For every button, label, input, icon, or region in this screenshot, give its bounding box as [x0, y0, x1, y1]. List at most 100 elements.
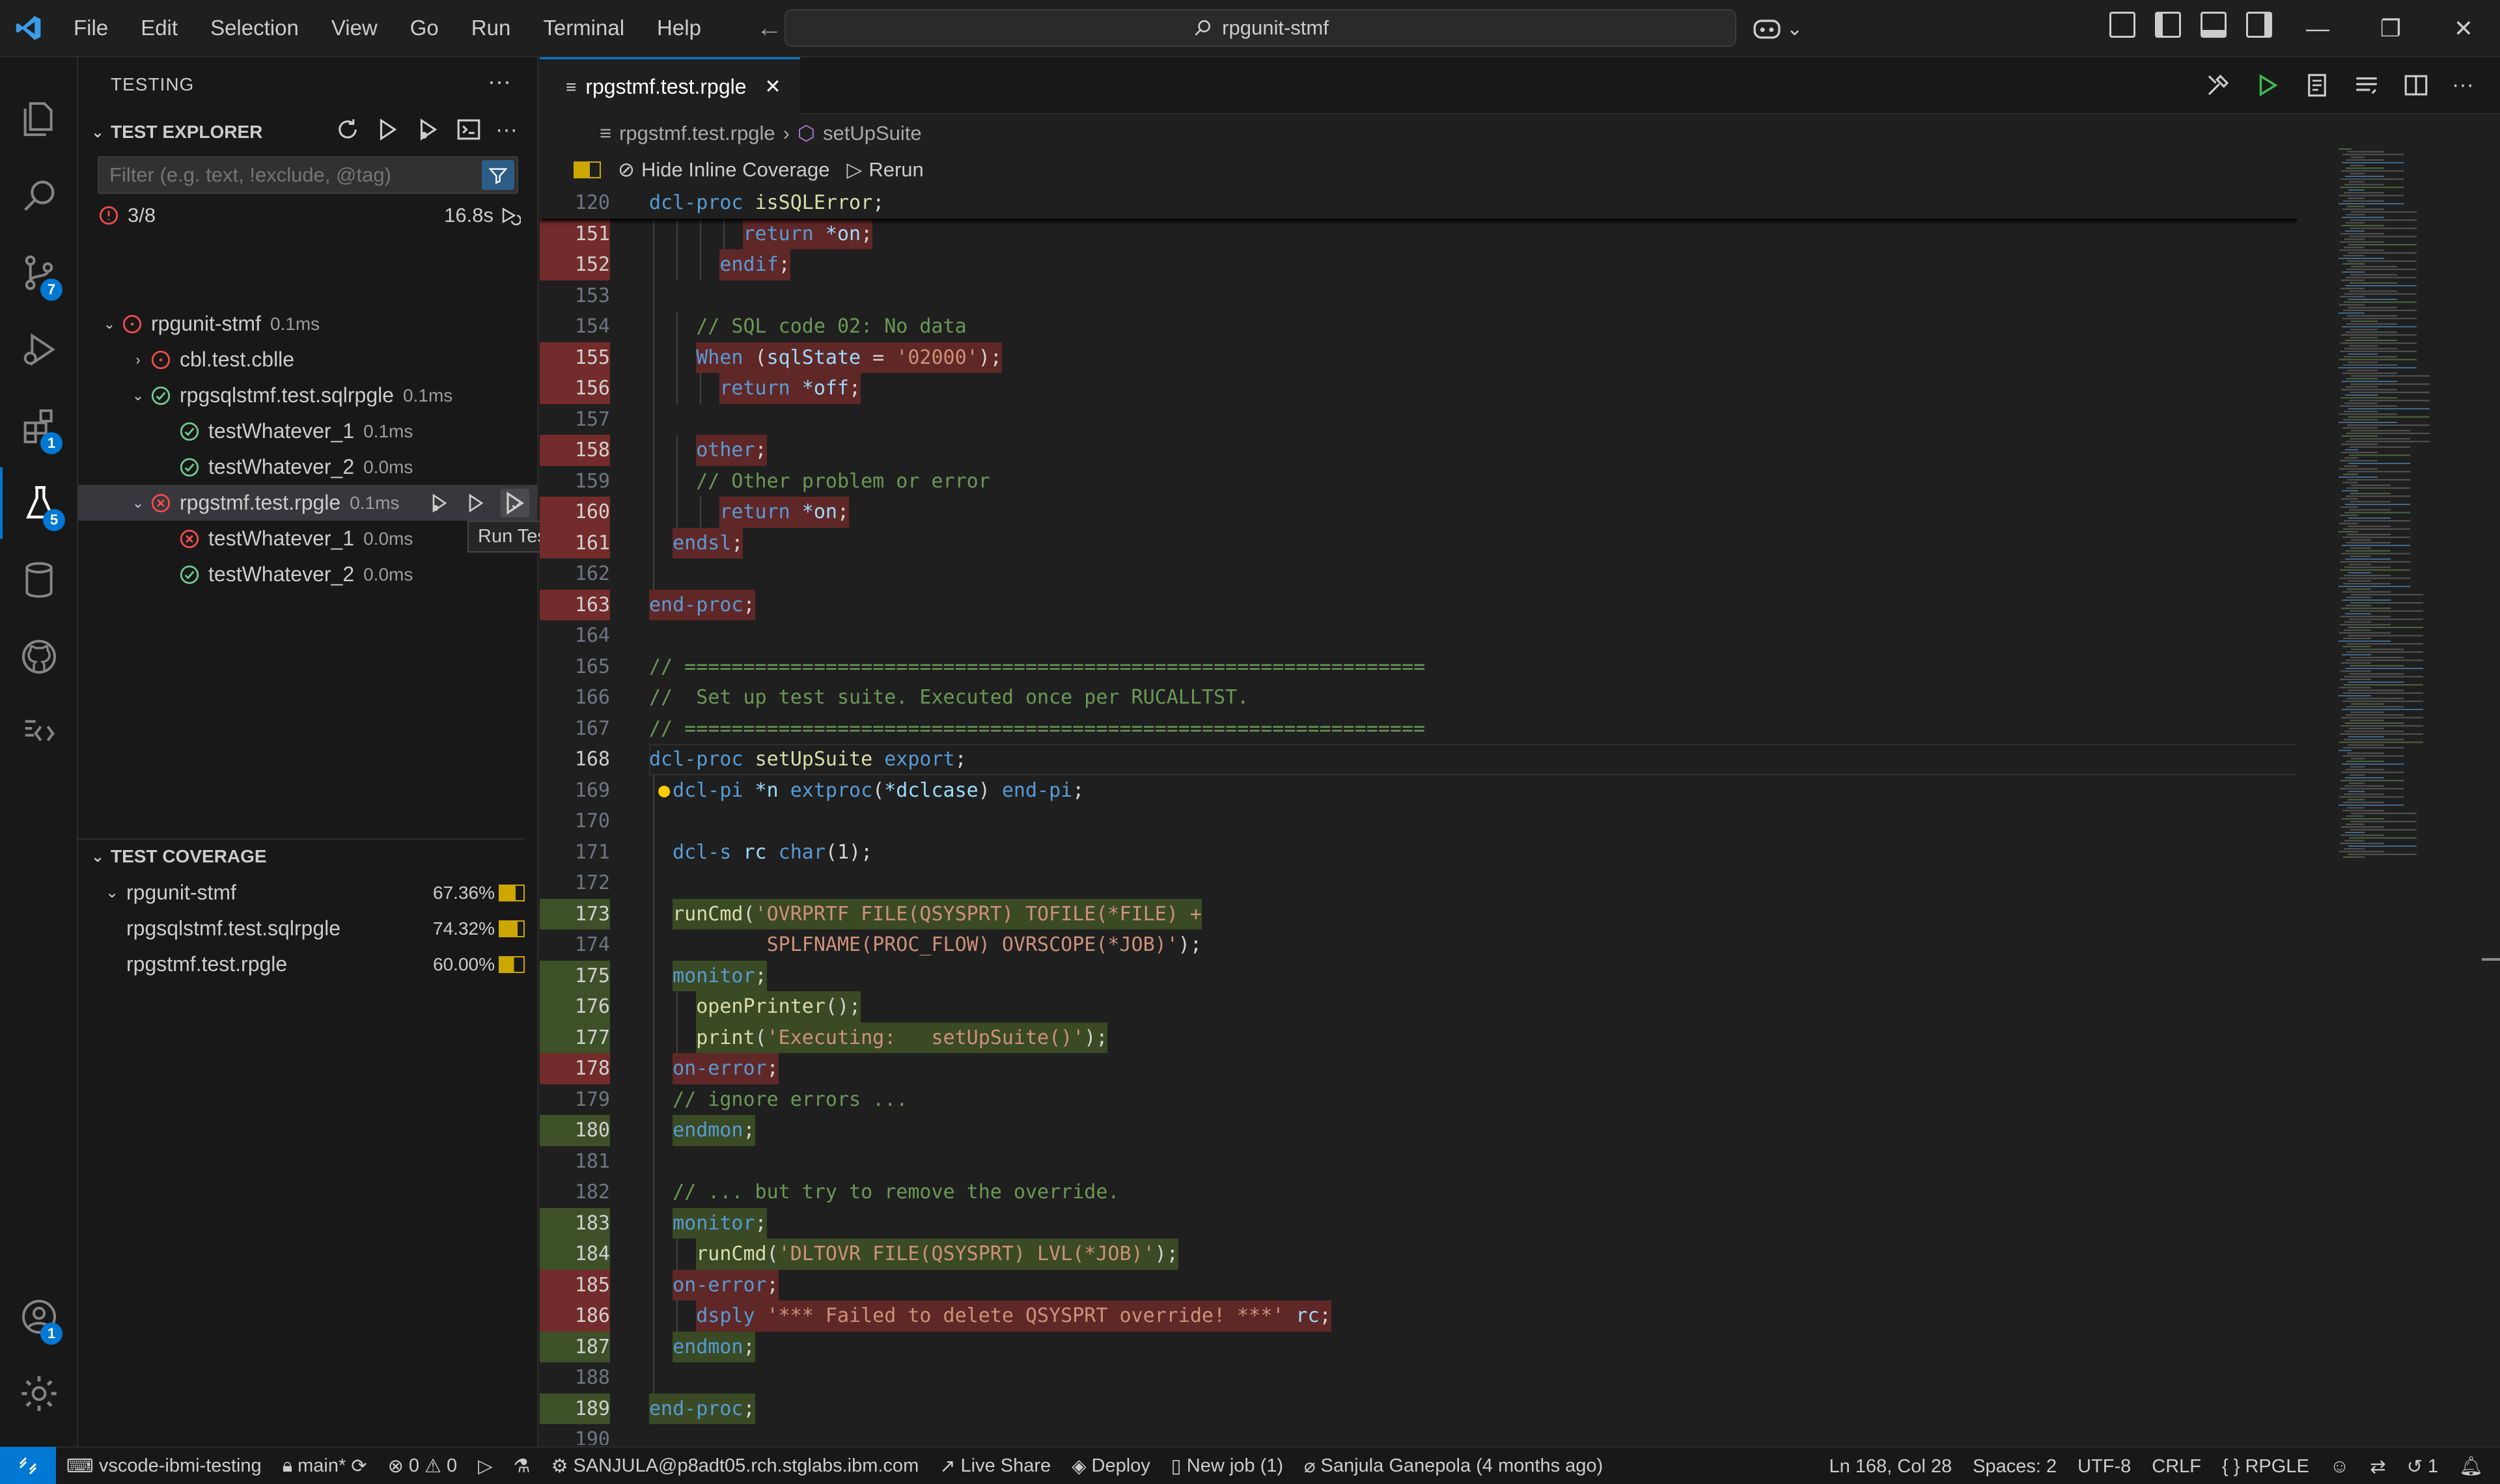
test-explorer-header[interactable]: ⌄ TEST EXPLORER: [85, 115, 262, 150]
code-line[interactable]: 156 return *off;: [540, 373, 2298, 404]
test-tree-item[interactable]: › cbl.test.cblle: [78, 342, 537, 378]
notifications-bell-icon[interactable]: 🔔︎: [2449, 1448, 2493, 1484]
breadcrumb-file[interactable]: rpgstmf.test.rpgle: [619, 122, 775, 145]
code-line[interactable]: 175 monitor;: [540, 960, 2298, 991]
menu-go[interactable]: Go: [394, 0, 455, 57]
extensions-icon[interactable]: 1: [0, 391, 78, 462]
code-line[interactable]: 160 return *on;: [540, 497, 2298, 528]
toggle-panel-icon[interactable]: [2201, 12, 2227, 38]
editor-scrollbar[interactable]: [2482, 148, 2500, 1444]
code-line[interactable]: 163 end-proc;: [540, 589, 2298, 620]
branch-status[interactable]: 🔒︎ main* ⟳: [272, 1447, 378, 1484]
minimap[interactable]: [2337, 148, 2435, 864]
code-line[interactable]: 169 dcl-pi *n extproc(*dclcase) end-pi; ●: [540, 775, 2298, 806]
code-line[interactable]: 152 endif;: [540, 249, 2298, 281]
test-explorer-more-icon[interactable]: ···: [495, 117, 518, 143]
close-tab-icon[interactable]: ✕: [765, 76, 781, 98]
code-line[interactable]: 165 // ==================================…: [540, 652, 2298, 683]
code-line[interactable]: 189 end-proc;: [540, 1393, 2298, 1424]
code-line[interactable]: 184 runCmd('DLTOVR FILE(QSYSPRT) LVL(*JOB…: [540, 1239, 2298, 1270]
code-line[interactable]: 173 runCmd('OVRPRTF FILE(QSYSPRT) TOFILE(…: [540, 898, 2298, 929]
test-tree-item[interactable]: ⌄ rpgunit-stmf 0.1ms: [78, 306, 537, 342]
code-line[interactable]: 178 on-error;: [540, 1053, 2298, 1084]
ports-icon[interactable]: ⇄: [2359, 1448, 2396, 1484]
deploy-status[interactable]: ◈ Deploy: [1061, 1447, 1161, 1484]
code-line[interactable]: 174 SPLFNAME(PROC_FLOW) OVRSCOPE(*JOB)')…: [540, 929, 2298, 961]
filter-icon[interactable]: [482, 160, 514, 190]
coverage-item[interactable]: ⌄ rpgunit-stmf 67.36%: [98, 875, 527, 911]
chevron-down-icon[interactable]: ⌄: [126, 387, 150, 404]
more-actions-icon[interactable]: ···: [488, 68, 511, 95]
customize-layout-icon[interactable]: [2109, 12, 2135, 38]
close-window-icon[interactable]: ✕: [2427, 0, 2500, 57]
run-test-icon[interactable]: [464, 491, 488, 515]
coverage-item[interactable]: rpgstmf.test.rpgle 60.00%: [98, 946, 527, 982]
remote-indicator-icon[interactable]: [0, 1447, 56, 1484]
cursor-position[interactable]: Ln 168, Col 28: [1818, 1448, 1962, 1484]
chevron-down-icon[interactable]: ⌄: [98, 316, 121, 333]
code-line[interactable]: 188: [540, 1362, 2298, 1394]
code-line[interactable]: 166 // Set up test suite. Executed once p…: [540, 682, 2298, 713]
test-coverage-header[interactable]: ⌄ TEST COVERAGE: [78, 838, 525, 873]
code-line[interactable]: 167 // ==================================…: [540, 713, 2298, 745]
copilot-status-icon[interactable]: ☺: [2320, 1448, 2360, 1484]
code-line[interactable]: 186 dsply '*** Failed to delete QSYSPRT o…: [540, 1300, 2298, 1332]
run-debug-icon[interactable]: [0, 314, 78, 385]
language-mode[interactable]: { } RPGLE: [2212, 1448, 2320, 1484]
code-line[interactable]: 170: [540, 806, 2298, 837]
code-line[interactable]: 155 When (sqlState = '02000');: [540, 342, 2298, 373]
chevron-down-icon[interactable]: ⌄: [126, 495, 150, 512]
menu-run[interactable]: Run: [455, 0, 527, 57]
chevron-down-icon[interactable]: ⌄: [98, 883, 126, 902]
back-arrow-icon[interactable]: ←: [757, 14, 783, 43]
toggle-primary-sidebar-icon[interactable]: [2155, 12, 2181, 38]
show-output-icon[interactable]: [455, 116, 482, 143]
menu-file[interactable]: File: [57, 0, 124, 57]
code-line[interactable]: 161 endsl;: [540, 527, 2298, 558]
code-line[interactable]: 176 openPrinter();: [540, 991, 2298, 1023]
code-line[interactable]: 187 endmon;: [540, 1331, 2298, 1362]
command-center[interactable]: rpgunit-stmf: [785, 9, 1736, 47]
hide-inline-coverage-button[interactable]: ⊘ Hide Inline Coverage: [618, 158, 830, 182]
code-line[interactable]: 181: [540, 1146, 2298, 1177]
debug-all-tests-icon[interactable]: [415, 116, 442, 143]
minimize-icon[interactable]: —: [2281, 0, 2354, 57]
run-all-tests-icon[interactable]: [374, 116, 402, 143]
test-tree-item[interactable]: testWhatever_2 0.0ms: [78, 556, 537, 592]
tools-icon[interactable]: [2204, 72, 2232, 99]
code-line[interactable]: 159 // Other problem or error: [540, 465, 2298, 497]
code-line[interactable]: 171 dcl-s rc char(1);: [540, 836, 2298, 868]
remote-explorer-icon[interactable]: [0, 698, 78, 769]
code-line[interactable]: 154 // SQL code 02: No data: [540, 311, 2298, 342]
problems-status[interactable]: ⊗ 0 ⚠ 0: [378, 1447, 468, 1484]
code-line[interactable]: 190: [540, 1424, 2298, 1445]
run-with-coverage-icon[interactable]: [501, 488, 529, 517]
git-blame-status[interactable]: ⌀ Sanjula Ganepola (4 months ago): [1294, 1447, 1613, 1484]
refresh-icon[interactable]: [334, 116, 361, 143]
menu-view[interactable]: View: [315, 0, 394, 57]
code-line[interactable]: 183 monitor;: [540, 1207, 2298, 1239]
code-line[interactable]: 172: [540, 868, 2298, 899]
coverage-item[interactable]: rpgsqlstmf.test.sqlrpgle 74.32%: [98, 911, 527, 946]
menu-help[interactable]: Help: [641, 0, 717, 57]
test-tree-item[interactable]: testWhatever_1 0.1ms: [78, 413, 537, 449]
outline-lines-icon[interactable]: [2353, 72, 2380, 99]
code-line[interactable]: 182 // ... but try to remove the override…: [540, 1177, 2298, 1208]
accounts-icon[interactable]: 1: [0, 1281, 78, 1353]
compile-icon[interactable]: [2303, 72, 2331, 99]
menu-terminal[interactable]: Terminal: [527, 0, 641, 57]
editor-more-icon[interactable]: ···: [2452, 72, 2474, 99]
coverage-toggle-icon[interactable]: [574, 161, 601, 178]
rerun-button[interactable]: ▷ Rerun: [847, 158, 924, 182]
copilot-button[interactable]: ⌄: [1751, 12, 1803, 46]
lightbulb-icon[interactable]: ●: [658, 775, 670, 806]
code-line[interactable]: 151 return *on;: [540, 218, 2298, 249]
code-line[interactable]: 157: [540, 404, 2298, 435]
coverage-status-icon[interactable]: ⚗: [503, 1447, 541, 1484]
encoding[interactable]: UTF-8: [2067, 1448, 2141, 1484]
chevron-right-icon[interactable]: ›: [126, 351, 150, 368]
indentation[interactable]: Spaces: 2: [1962, 1448, 2067, 1484]
history-status[interactable]: ↺ 1: [2396, 1448, 2449, 1484]
menu-selection[interactable]: Selection: [194, 0, 315, 57]
toggle-secondary-sidebar-icon[interactable]: [2246, 12, 2272, 38]
